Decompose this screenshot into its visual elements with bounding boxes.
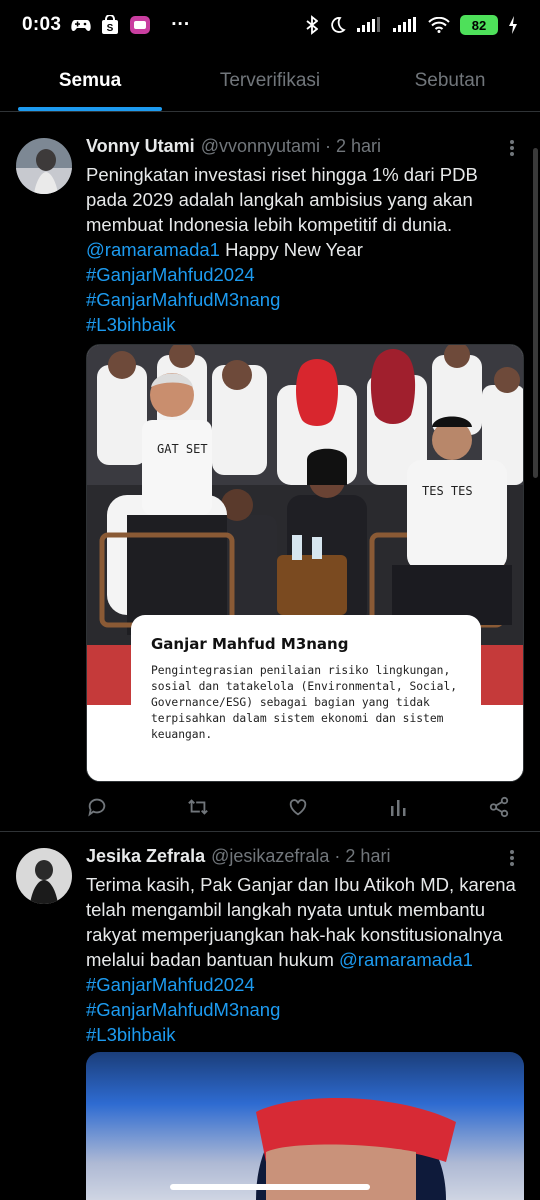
hashtag-link[interactable]: #L3bihbaik	[86, 1022, 524, 1047]
charging-icon	[508, 16, 518, 34]
gesture-bar[interactable]	[170, 1184, 370, 1190]
signal-2-icon	[392, 17, 418, 33]
hashtag-link[interactable]: #GanjarMahfudM3nang	[86, 287, 524, 312]
tweet-media[interactable]	[86, 1052, 524, 1200]
svg-text:S: S	[107, 23, 114, 34]
shirt-text-right: TES TES	[422, 484, 473, 498]
display-name[interactable]: Vonny Utami	[86, 136, 195, 157]
tab-terverifikasi[interactable]: Terverifikasi	[180, 50, 360, 111]
shopping-bag-icon: S	[101, 15, 119, 35]
hashtag-link[interactable]: #GanjarMahfud2024	[86, 972, 524, 997]
tab-sebutan[interactable]: Sebutan	[360, 50, 540, 111]
tweet-actions	[86, 794, 516, 820]
tweet-card[interactable]: Vonny Utami @vvonnyutami · 2 hari Pening…	[0, 118, 540, 832]
hashtag-link[interactable]: #L3bihbaik	[86, 312, 524, 337]
tweet-card[interactable]: Jesika Zefrala @jesikazefrala · 2 hari T…	[0, 832, 540, 1200]
mention-link[interactable]: @ramaramada1	[339, 949, 473, 970]
views-icon[interactable]	[388, 796, 410, 818]
status-bar: 0:03 S ··· 82	[0, 0, 540, 50]
avatar[interactable]	[16, 848, 72, 904]
quote-card: Ganjar Mahfud M3nang Pengintegrasian pen…	[131, 615, 481, 765]
share-icon[interactable]	[488, 796, 510, 818]
retweet-icon[interactable]	[187, 796, 209, 818]
status-time: 0:03	[22, 14, 62, 35]
tweet-text: Peningkatan investasi riset hingga 1% da…	[86, 162, 524, 337]
tweet-time[interactable]: 2 hari	[336, 136, 381, 157]
reply-icon[interactable]	[86, 796, 108, 818]
overflow-icon: ···	[171, 14, 191, 35]
app-notification-icon	[129, 15, 151, 35]
tweet-text: Terima kasih, Pak Ganjar dan Ibu Atikoh …	[86, 872, 524, 1047]
signal-icon	[356, 17, 382, 33]
tab-semua[interactable]: Semua	[0, 50, 180, 111]
more-options-icon[interactable]	[504, 138, 520, 158]
battery-indicator: 82	[460, 15, 498, 35]
tweet-time[interactable]: 2 hari	[345, 846, 390, 867]
more-options-icon[interactable]	[504, 848, 520, 868]
hashtag-link[interactable]: #GanjarMahfud2024	[86, 262, 524, 287]
moon-icon	[328, 16, 346, 34]
like-icon[interactable]	[287, 796, 309, 818]
mention-link[interactable]: @ramaramada1	[86, 239, 220, 260]
tab-bar: Semua Terverifikasi Sebutan	[0, 50, 540, 112]
user-handle[interactable]: @jesikazefrala	[211, 846, 329, 867]
hashtag-link[interactable]: #GanjarMahfudM3nang	[86, 997, 524, 1022]
tweet-media[interactable]: GAT SET TES TES Ganjar Mahfud M3nang Pen…	[86, 344, 524, 782]
card-title: Ganjar Mahfud M3nang	[151, 635, 349, 653]
display-name[interactable]: Jesika Zefrala	[86, 846, 205, 867]
card-description: Pengintegrasian penilaian risiko lingkun…	[151, 664, 458, 741]
avatar[interactable]	[16, 138, 72, 194]
user-handle[interactable]: @vvonnyutami	[201, 136, 320, 157]
gamepad-icon	[71, 17, 91, 33]
shirt-text-left: GAT SET	[157, 442, 208, 456]
wifi-icon	[428, 17, 450, 33]
bluetooth-icon	[306, 15, 318, 35]
